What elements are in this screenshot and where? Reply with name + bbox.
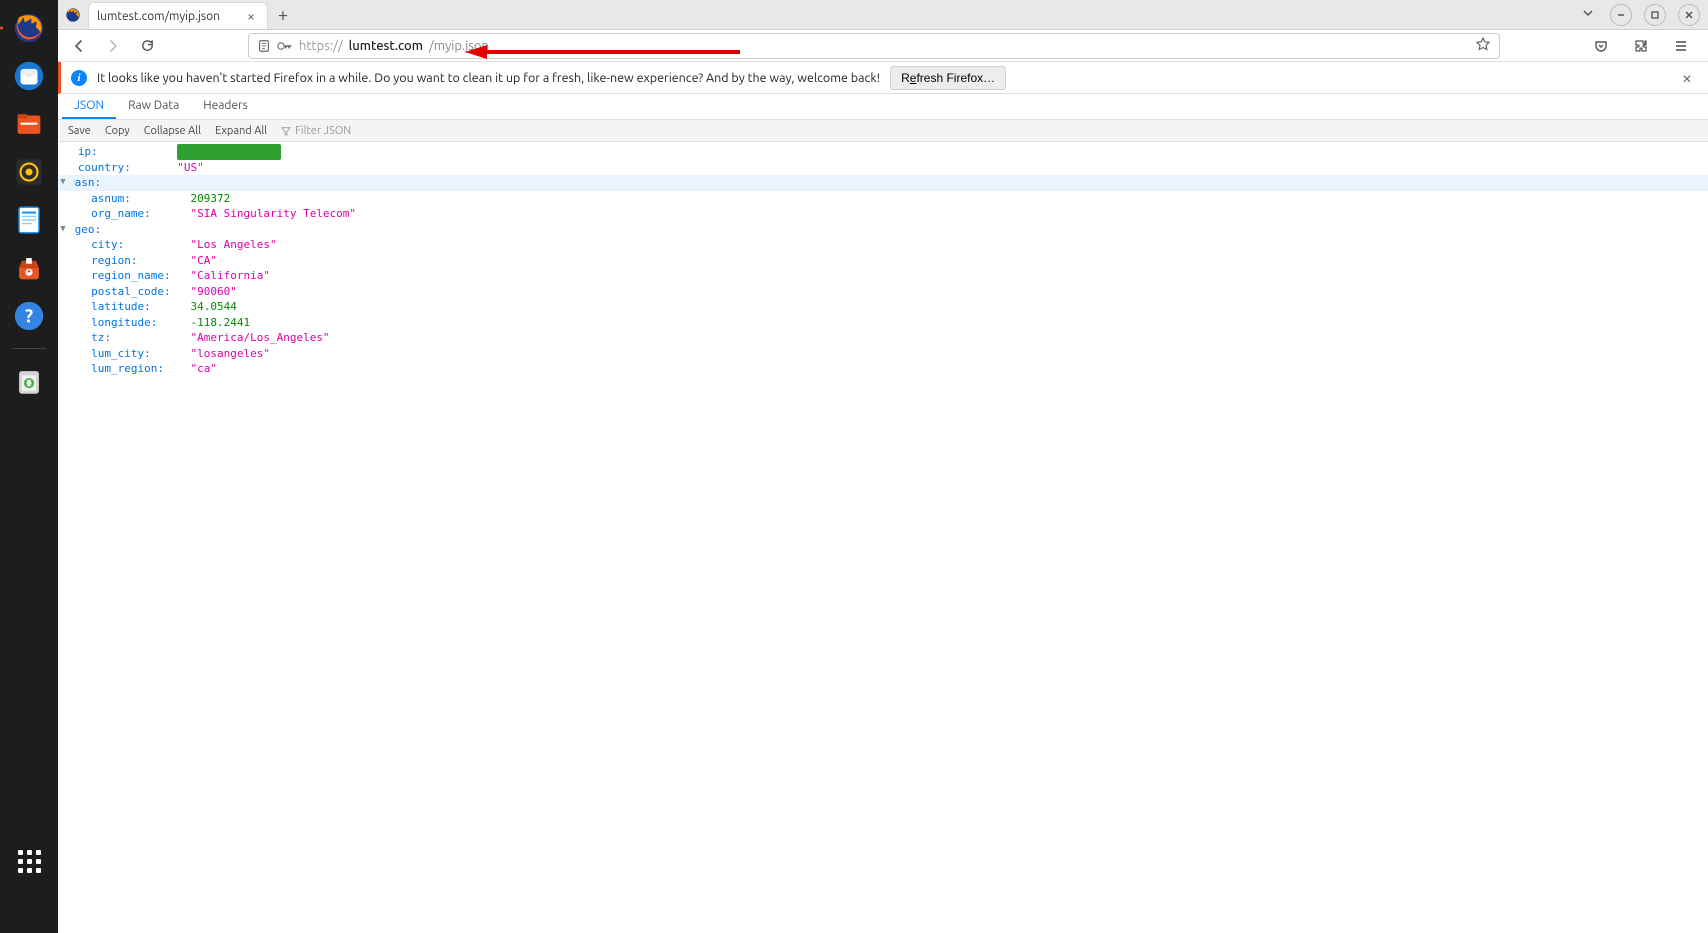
notification-bar: i It looks like you haven't started Fire…: [58, 62, 1708, 94]
dock-rhythmbox-icon[interactable]: [7, 150, 51, 194]
pocket-icon[interactable]: [1588, 33, 1614, 59]
json-value: "ca": [190, 361, 217, 377]
url-host: lumtest.com: [349, 39, 423, 53]
json-value: "California": [190, 268, 269, 284]
twisty-icon[interactable]: ▼: [58, 222, 68, 238]
browser-tab[interactable]: lumtest.com/myip.json ×: [88, 2, 268, 29]
json-row-expandable[interactable]: ▼ geo:: [58, 222, 1708, 238]
json-save-button[interactable]: Save: [62, 120, 97, 141]
json-viewer-tabs: JSON Raw Data Headers: [58, 94, 1708, 120]
json-expand-all-button[interactable]: Expand All: [209, 120, 273, 141]
json-value-ip: "███.███.█.███": [177, 144, 280, 160]
dock-thunderbird-icon[interactable]: [7, 54, 51, 98]
dock-show-apps-icon[interactable]: [7, 839, 51, 883]
json-value: 34.0544: [190, 299, 236, 315]
json-tree: ip: "███.███.█.███" country: "US" ▼ asn:…: [58, 142, 1708, 933]
firefox-window: lumtest.com/myip.json × + https:// lumtes…: [58, 0, 1708, 933]
window-maximize-button[interactable]: [1644, 4, 1666, 26]
app-menu-icon[interactable]: [1668, 33, 1694, 59]
json-row[interactable]: asnum: 209372: [58, 191, 1708, 207]
json-value: "America/Los_Angeles": [190, 330, 329, 346]
json-copy-button[interactable]: Copy: [99, 120, 136, 141]
json-row[interactable]: country: "US": [58, 160, 1708, 176]
dock-firefox-icon[interactable]: [7, 6, 51, 50]
json-value: "losangeles": [190, 346, 269, 362]
json-row[interactable]: tz: "America/Los_Angeles": [58, 330, 1708, 346]
address-bar[interactable]: https:// lumtest.com/myip.json: [248, 33, 1500, 59]
tab-raw-data[interactable]: Raw Data: [116, 94, 191, 119]
notification-close-icon[interactable]: ×: [1676, 68, 1698, 88]
json-row[interactable]: latitude: 34.0544: [58, 299, 1708, 315]
filter-icon: [281, 126, 291, 136]
json-row-expandable[interactable]: ▼ asn:: [58, 175, 1708, 191]
tabs-dropdown-icon[interactable]: [1578, 3, 1598, 26]
back-button[interactable]: [66, 33, 92, 59]
ubuntu-dock: ?: [0, 0, 58, 933]
nav-toolbar: https:// lumtest.com/myip.json: [58, 30, 1708, 62]
json-row[interactable]: org_name: "SIA Singularity Telecom": [58, 206, 1708, 222]
dock-files-icon[interactable]: [7, 102, 51, 146]
json-row[interactable]: postal_code: "90060": [58, 284, 1708, 300]
dock-trash-icon[interactable]: [7, 359, 51, 403]
notification-text: It looks like you haven't started Firefo…: [97, 71, 880, 85]
json-value: "90060": [190, 284, 236, 300]
dock-software-icon[interactable]: [7, 246, 51, 290]
json-value: "Los Angeles": [190, 237, 276, 253]
page-info-icon[interactable]: [257, 39, 271, 53]
dock-writer-icon[interactable]: [7, 198, 51, 242]
json-row[interactable]: lum_city: "losangeles": [58, 346, 1708, 362]
json-value: "SIA Singularity Telecom": [190, 206, 356, 222]
dock-separator: [12, 348, 46, 349]
svg-text:?: ?: [25, 306, 33, 326]
json-value: -118.2441: [190, 315, 250, 331]
tab-headers[interactable]: Headers: [191, 94, 260, 119]
info-icon: i: [71, 70, 87, 86]
reload-button[interactable]: [134, 33, 160, 59]
url-path: /myip.json: [429, 39, 489, 53]
permissions-icon[interactable]: [277, 39, 293, 53]
tab-strip: lumtest.com/myip.json × +: [58, 0, 1708, 30]
window-minimize-button[interactable]: [1610, 4, 1632, 26]
json-viewer-toolbar: Save Copy Collapse All Expand All Filter…: [58, 120, 1708, 142]
json-row[interactable]: region_name: "California": [58, 268, 1708, 284]
forward-button[interactable]: [100, 33, 126, 59]
tab-json[interactable]: JSON: [62, 94, 116, 119]
url-protocol: https://: [299, 39, 343, 53]
json-value: "CA": [190, 253, 217, 269]
twisty-icon[interactable]: ▼: [58, 175, 68, 191]
tab-close-icon[interactable]: ×: [243, 8, 259, 24]
json-row[interactable]: region: "CA": [58, 253, 1708, 269]
json-row[interactable]: longitude: -118.2441: [58, 315, 1708, 331]
json-filter-input[interactable]: Filter JSON: [275, 125, 357, 137]
dock-help-icon[interactable]: ?: [7, 294, 51, 338]
refresh-firefox-button[interactable]: Refresh Firefox…: [890, 66, 1006, 90]
json-row[interactable]: lum_region: "ca": [58, 361, 1708, 377]
firefox-menu-icon[interactable]: [58, 0, 88, 29]
json-collapse-all-button[interactable]: Collapse All: [138, 120, 207, 141]
extensions-icon[interactable]: [1628, 33, 1654, 59]
json-value: 209372: [190, 191, 230, 207]
tab-title: lumtest.com/myip.json: [97, 10, 235, 23]
json-row[interactable]: ip: "███.███.█.███": [58, 144, 1708, 160]
window-close-button[interactable]: [1678, 4, 1700, 26]
json-value: "US": [177, 160, 204, 176]
json-row[interactable]: city: "Los Angeles": [58, 237, 1708, 253]
new-tab-button[interactable]: +: [268, 0, 298, 29]
bookmark-star-icon[interactable]: [1475, 36, 1491, 55]
